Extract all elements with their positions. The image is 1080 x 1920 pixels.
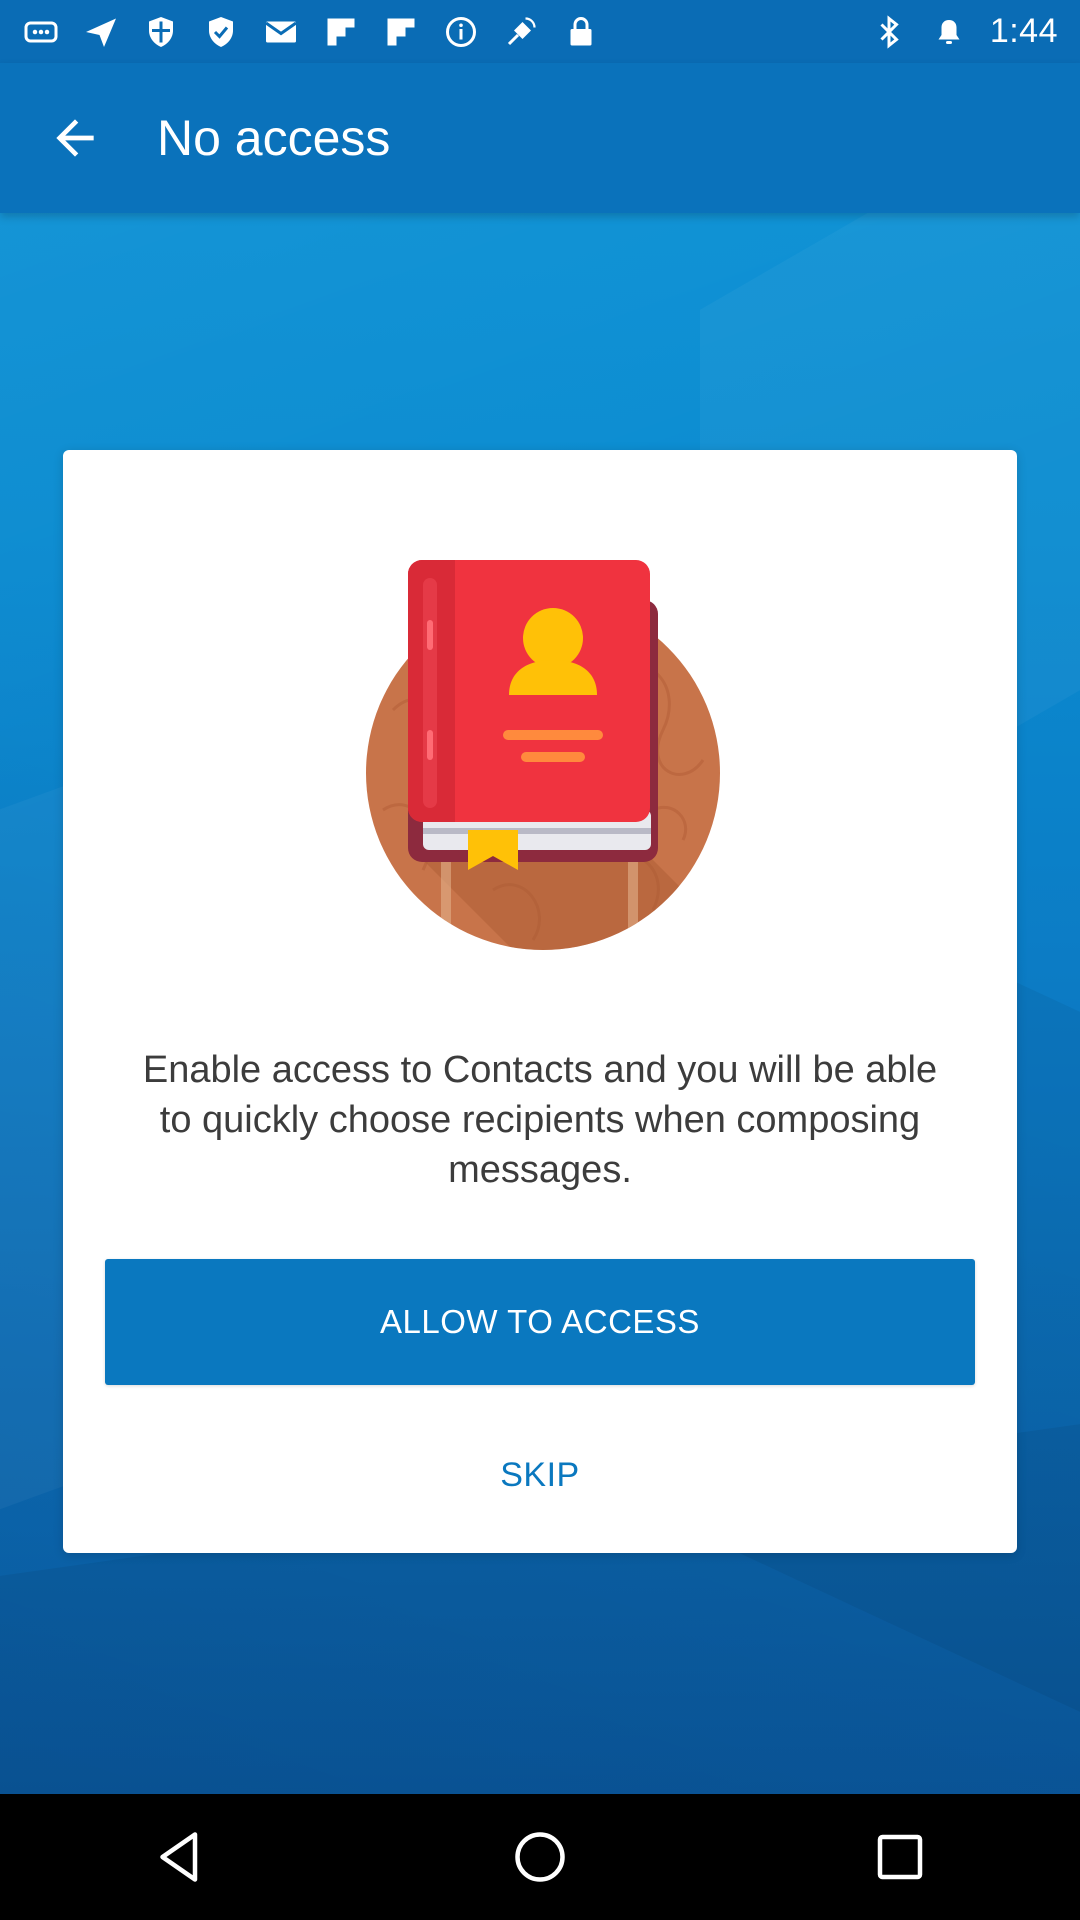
flipboard-icon <box>322 13 360 51</box>
nav-home-icon <box>515 1832 565 1882</box>
permission-message: Enable access to Contacts and you will b… <box>142 1049 938 1191</box>
contacts-book-icon <box>366 560 720 950</box>
allow-access-button[interactable]: ALLOW TO ACCESS <box>105 1259 975 1385</box>
status-time: 1:44 <box>989 12 1058 50</box>
shield-icon <box>142 13 180 51</box>
back-button[interactable] <box>35 98 115 178</box>
permission-card: Enable access to Contacts and you will b… <box>63 450 1017 1553</box>
status-bar: 1:44 <box>0 0 1080 63</box>
info-icon <box>442 13 480 51</box>
skip-button[interactable]: SKIP <box>340 1435 740 1515</box>
nav-back-icon <box>160 1832 198 1882</box>
alarm-icon <box>930 13 968 51</box>
page-title: No access <box>157 110 391 166</box>
lock-icon <box>562 13 600 51</box>
nav-recents-button[interactable] <box>840 1807 960 1907</box>
more-icon <box>22 13 60 51</box>
flipboard-icon <box>382 13 420 51</box>
bluetooth-icon <box>870 13 908 51</box>
fake-gps-icon <box>502 13 540 51</box>
status-system: 1:44 <box>870 12 1058 51</box>
shield-check-icon <box>202 13 240 51</box>
nav-recents-icon <box>877 1834 923 1880</box>
navigation-bar <box>0 1794 1080 1920</box>
nav-home-button[interactable] <box>480 1807 600 1907</box>
nav-back-button[interactable] <box>120 1807 240 1907</box>
status-notifications <box>22 13 870 51</box>
back-arrow-icon <box>56 119 94 157</box>
app-bar: No access <box>0 63 1080 213</box>
send-icon <box>82 13 120 51</box>
mail-icon <box>262 13 300 51</box>
